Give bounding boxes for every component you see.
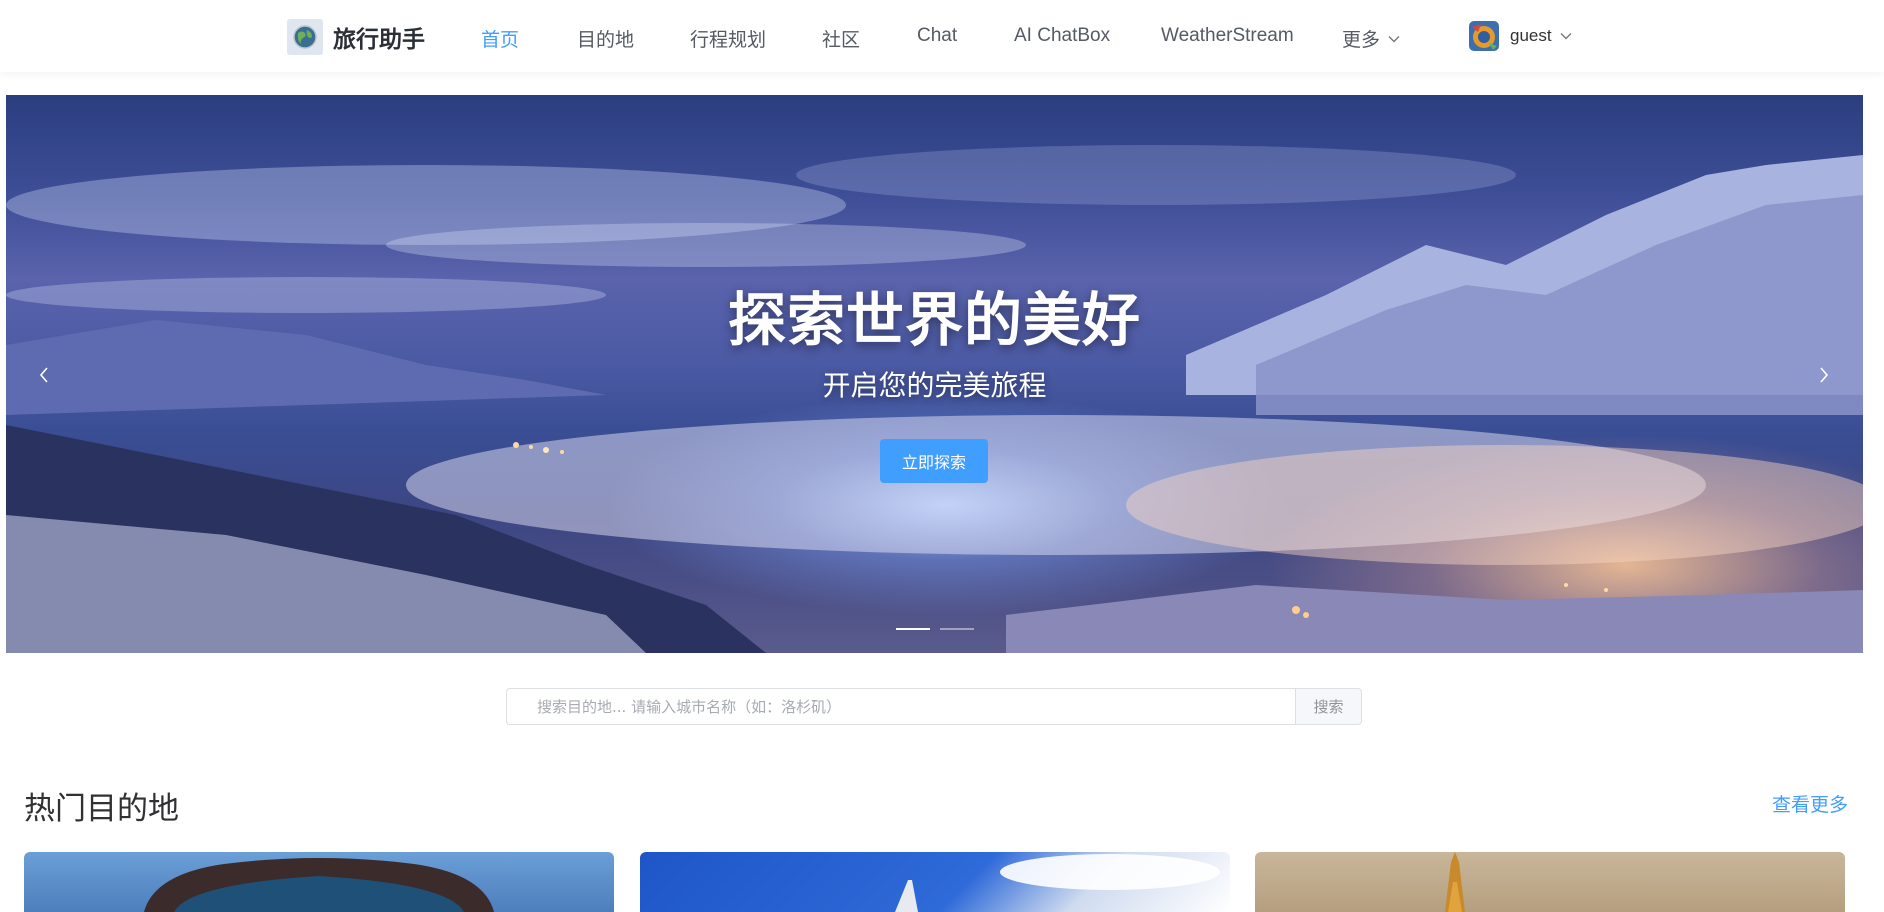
carousel-indicators — [896, 628, 974, 630]
destination-card-1[interactable] — [24, 852, 614, 912]
chevron-right-icon — [1820, 367, 1829, 383]
destination-search: 搜索 — [506, 688, 1362, 725]
globe-logo-icon — [287, 19, 323, 55]
carousel-prev-button[interactable] — [26, 357, 62, 393]
nav-more-label: 更多 — [1342, 30, 1381, 51]
nav-ai-chatbox[interactable]: AI ChatBox — [1014, 25, 1110, 47]
search-button[interactable]: 搜索 — [1295, 688, 1362, 725]
app-title: 旅行助手 — [333, 27, 425, 53]
search-input[interactable] — [506, 688, 1295, 725]
chevron-left-icon — [39, 367, 48, 383]
carousel-indicator-1[interactable] — [896, 628, 930, 630]
section-title-popular: 热门目的地 — [24, 791, 179, 827]
logo[interactable]: 旅行助手 — [287, 19, 425, 55]
destination-card-3[interactable] — [1255, 852, 1845, 912]
nav-trip-planning[interactable]: 行程规划 — [690, 25, 766, 52]
chevron-down-icon — [1560, 33, 1572, 40]
user-menu[interactable]: guest — [1469, 21, 1572, 51]
destination-image — [144, 858, 494, 912]
hero-carousel: 探索世界的美好 开启您的完美旅程 立即探索 — [6, 95, 1863, 653]
nav-more-menu[interactable]: 更多 — [1342, 25, 1400, 52]
carousel-indicator-2[interactable] — [940, 628, 974, 630]
view-more-link[interactable]: 查看更多 — [1772, 790, 1848, 817]
nav-community[interactable]: 社区 — [822, 25, 860, 52]
hero-subtitle: 开启您的完美旅程 — [822, 369, 1047, 402]
hero-title: 探索世界的美好 — [727, 286, 1141, 354]
avatar — [1469, 21, 1499, 51]
nav-chat[interactable]: Chat — [917, 25, 957, 47]
destination-image — [895, 854, 1220, 912]
chevron-down-icon — [1388, 35, 1400, 42]
destination-image — [1445, 852, 1465, 912]
nav-home[interactable]: 首页 — [481, 25, 519, 52]
carousel-next-button[interactable] — [1806, 357, 1842, 393]
username: guest — [1510, 26, 1552, 45]
explore-now-button[interactable]: 立即探索 — [880, 439, 988, 483]
top-navbar: 旅行助手 首页 目的地 行程规划 社区 Chat AI ChatBox Weat… — [0, 0, 1884, 72]
destination-card-2[interactable] — [640, 852, 1230, 912]
nav-destinations[interactable]: 目的地 — [577, 25, 634, 52]
nav-weatherstream[interactable]: WeatherStream — [1161, 25, 1294, 47]
